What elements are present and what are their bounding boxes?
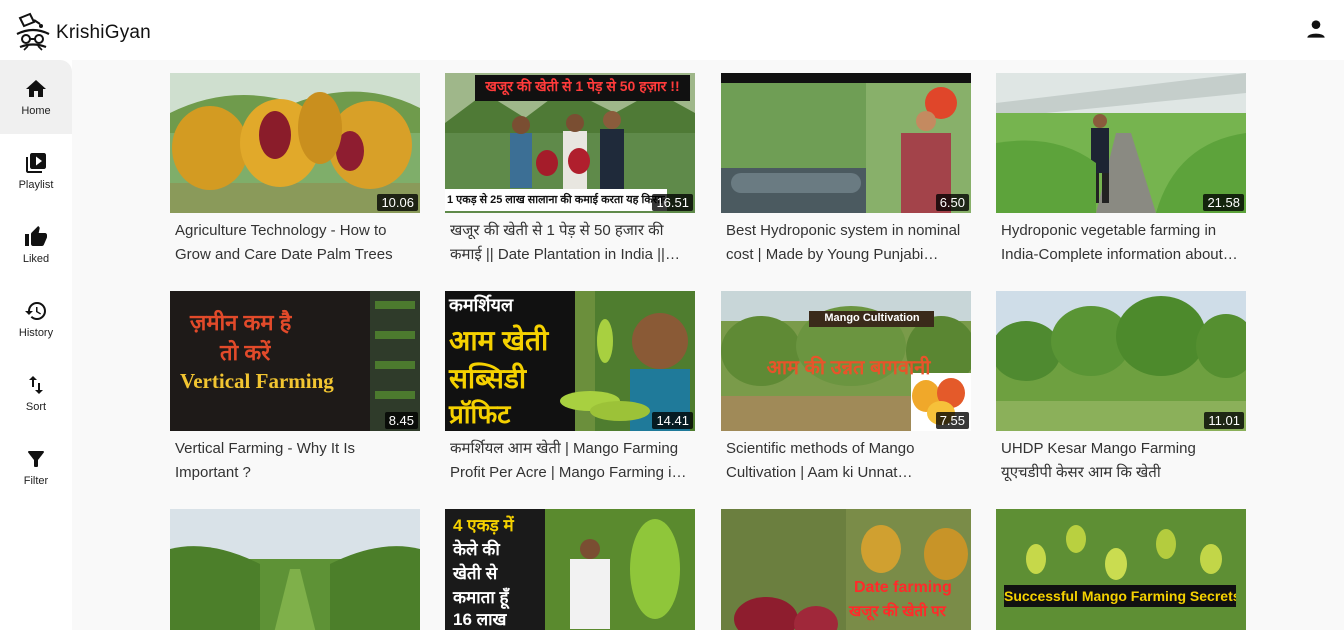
video-card[interactable]: ज़मीन कम है तो करें Vertical Farming 8.4… — [170, 291, 420, 485]
thumbnail-overlay-line: खजूर की खेती पर — [849, 603, 946, 620]
video-card[interactable] — [170, 509, 420, 630]
thumbnail-overlay-line: आम की उन्नत बागवानी — [766, 357, 931, 379]
video-thumbnail[interactable]: 21.58 — [996, 73, 1246, 213]
thumbnail-overlay-line: तो करें — [220, 340, 271, 365]
thumbnail-overlay-line: Vertical Farming — [180, 369, 334, 393]
farmer-logo-icon — [14, 12, 52, 52]
video-card[interactable]: 10.06 Agriculture Technology - How to Gr… — [170, 73, 420, 267]
filter-icon — [28, 451, 44, 467]
app-header: KrishiGyan — [0, 0, 1344, 60]
sidebar-item-label: Liked — [22, 253, 50, 265]
video-card[interactable]: 11.01 UHDP Kesar Mango Farming यूएचडीपी … — [996, 291, 1246, 485]
sidebar-item-filter[interactable]: Filter — [0, 430, 72, 504]
video-title[interactable]: Scientific methods of Mango Cultivation … — [721, 437, 971, 485]
video-thumbnail[interactable] — [170, 509, 420, 630]
sidebar-item-label: Home — [21, 105, 51, 117]
sidebar-item-label: Filter — [23, 475, 49, 487]
video-card[interactable]: Successful Mango Farming Secrets — [996, 509, 1246, 630]
thumbnail-overlay-bottom: 1 एकड़ से 25 लाख सालाना की कमाई करता यह … — [447, 194, 665, 206]
thumbnail-overlay-line: Mango Cultivation — [824, 312, 920, 324]
video-title[interactable]: कमर्शियल आम खेती | Mango Farming Profit … — [445, 437, 695, 485]
sidebar-item-home[interactable]: Home — [0, 60, 72, 134]
playlist-icon — [26, 153, 46, 173]
duration-badge: 21.58 — [1203, 194, 1244, 211]
video-thumbnail[interactable]: 4 एकड़ में केले की खेती से कमाता हूँ 16 … — [445, 509, 695, 630]
thumbnail-overlay-line: 16 लाख — [453, 610, 507, 629]
sidebar-item-label: Playlist — [18, 179, 54, 191]
video-thumbnail[interactable]: 6.50 — [721, 73, 971, 213]
duration-badge: 16.51 — [652, 194, 693, 211]
video-card[interactable]: खजूर की खेती से 1 पेड़ से 50 हज़ार !! 1 … — [445, 73, 695, 267]
video-title[interactable]: Vertical Farming - Why It Is Important ? — [170, 437, 420, 485]
thumbnail-overlay-line: Successful Mango Farming Secrets — [1004, 588, 1236, 604]
app-name: KrishiGyan — [56, 22, 151, 43]
thumbnail-overlay-line: सब्सिडी — [449, 363, 527, 394]
sidebar-item-playlist[interactable]: Playlist — [0, 134, 72, 208]
sidebar-item-sort[interactable]: Sort — [0, 356, 72, 430]
sort-icon — [29, 376, 43, 394]
duration-badge: 6.50 — [935, 194, 969, 211]
duration-badge: 8.45 — [384, 412, 418, 429]
sidebar-item-liked[interactable]: Liked — [0, 208, 72, 282]
video-thumbnail[interactable]: खजूर की खेती से 1 पेड़ से 50 हज़ार !! 1 … — [445, 73, 695, 213]
video-title[interactable]: खजूर की खेती से 1 पेड़ से 50 हजार की कमा… — [445, 219, 695, 267]
sidebar: Home Playlist Liked History Sort Filter — [0, 60, 72, 630]
account-icon[interactable] — [1303, 16, 1329, 42]
thumbs-up-icon — [25, 226, 47, 246]
video-thumbnail[interactable]: Successful Mango Farming Secrets — [996, 509, 1246, 630]
thumbnail-overlay-top: खजूर की खेती से 1 पेड़ से 50 हज़ार !! — [485, 78, 680, 94]
thumbnail-overlay-line: Date farming — [854, 579, 952, 596]
duration-badge: 14.41 — [652, 412, 693, 429]
thumbnail-overlay-line: आम खेती — [449, 325, 549, 356]
duration-badge: 10.06 — [377, 194, 418, 211]
video-card[interactable]: Date farming खजूर की खेती पर — [721, 509, 971, 630]
video-thumbnail[interactable]: Date farming खजूर की खेती पर — [721, 509, 971, 630]
thumbnail-overlay-line: प्रॉफिट — [449, 399, 511, 429]
thumbnail-overlay-line: ज़मीन कम है — [190, 310, 292, 335]
video-card[interactable]: Mango Cultivation आम की उन्नत बागवानी 7.… — [721, 291, 971, 485]
sidebar-item-label: History — [18, 327, 54, 339]
video-title[interactable]: Hydroponic vegetable farming in India-Co… — [996, 219, 1246, 267]
video-card[interactable]: 4 एकड़ में केले की खेती से कमाता हूँ 16 … — [445, 509, 695, 630]
video-thumbnail[interactable]: Mango Cultivation आम की उन्नत बागवानी 7.… — [721, 291, 971, 431]
thumbnail-overlay-line: केले की — [453, 540, 500, 559]
video-thumbnail[interactable]: 10.06 — [170, 73, 420, 213]
thumbnail-overlay-line: खेती से — [453, 564, 498, 583]
history-icon — [25, 302, 46, 320]
app-logo[interactable]: KrishiGyan — [14, 12, 151, 52]
thumbnail-overlay-line: कमाता हूँ — [453, 588, 509, 607]
sidebar-item-label: Sort — [25, 401, 47, 413]
video-thumbnail[interactable]: 11.01 — [996, 291, 1246, 431]
video-thumbnail[interactable]: कमर्शियल आम खेती सब्सिडी प्रॉफिट 14.41 — [445, 291, 695, 431]
video-card[interactable]: कमर्शियल आम खेती सब्सिडी प्रॉफिट 14.41 क… — [445, 291, 695, 485]
duration-badge: 7.55 — [935, 412, 969, 429]
duration-badge: 11.01 — [1204, 412, 1244, 429]
sidebar-item-history[interactable]: History — [0, 282, 72, 356]
video-thumbnail[interactable]: ज़मीन कम है तो करें Vertical Farming 8.4… — [170, 291, 420, 431]
video-card[interactable]: 21.58 Hydroponic vegetable farming in In… — [996, 73, 1246, 267]
home-icon — [26, 80, 46, 97]
video-card[interactable]: 6.50 Best Hydroponic system in nominal c… — [721, 73, 971, 267]
video-title[interactable]: Agriculture Technology - How to Grow and… — [170, 219, 420, 267]
thumbnail-overlay-line: 4 एकड़ में — [453, 516, 514, 535]
video-title[interactable]: Best Hydroponic system in nominal cost |… — [721, 219, 971, 267]
video-grid: 10.06 Agriculture Technology - How to Gr… — [72, 60, 1344, 630]
thumbnail-overlay-line: कमर्शियल — [449, 295, 514, 315]
video-title[interactable]: UHDP Kesar Mango Farming यूएचडीपी केसर आ… — [996, 437, 1246, 485]
